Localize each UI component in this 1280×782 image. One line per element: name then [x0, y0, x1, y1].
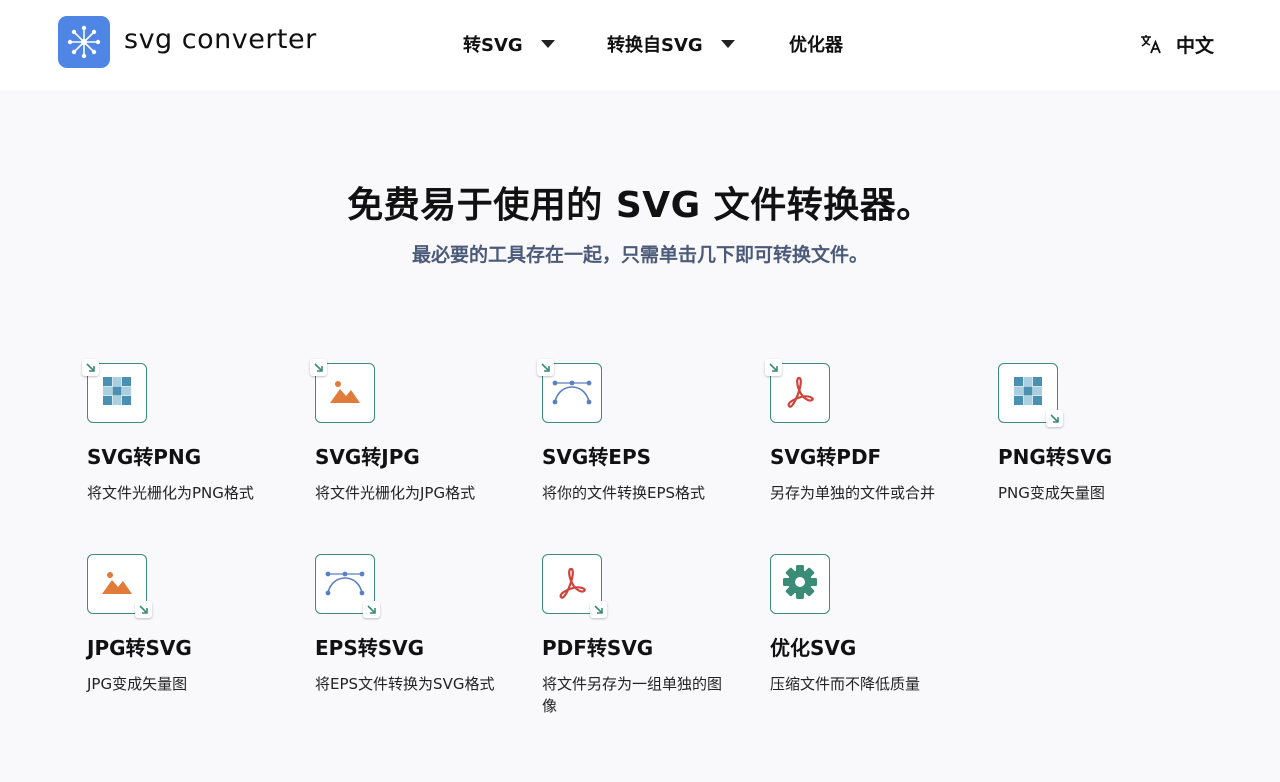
tool-card[interactable]: SVG转PDF 另存为单独的文件或合并: [765, 359, 970, 504]
brand-name[interactable]: svg converter: [124, 24, 317, 55]
tool-card[interactable]: SVG转PNG 将文件光栅化为PNG格式: [82, 359, 287, 504]
tool-title: JPG转SVG: [87, 636, 192, 660]
tool-description: 将EPS文件转换为SVG格式: [315, 675, 495, 693]
arrow-down-right-icon: [82, 359, 99, 376]
tool-description: 另存为单独的文件或合并: [770, 484, 936, 502]
tool-title: SVG转EPS: [542, 445, 652, 469]
logo-icon[interactable]: [58, 16, 110, 68]
tool-title: PNG转SVG: [998, 445, 1113, 469]
chevron-down-icon: [540, 40, 555, 48]
arrow-down-right-icon: [310, 359, 327, 376]
mountain-image-icon: [100, 567, 134, 601]
arrow-down-right-icon: [590, 601, 607, 618]
nav-to-svg[interactable]: 转SVG: [463, 32, 555, 56]
arrow-down-right-icon: [363, 601, 380, 618]
tool-icon-tile: [537, 359, 602, 423]
tool-title: PDF转SVG: [542, 636, 654, 660]
translate-icon: [1141, 35, 1161, 54]
tool-title: SVG转PNG: [87, 445, 202, 469]
arrow-down-right-icon: [765, 359, 782, 376]
pdf-icon: [783, 374, 817, 412]
arrow-down-right-icon: [135, 601, 152, 618]
nav-optimizer-label: 优化器: [789, 35, 843, 56]
tool-card[interactable]: SVG转JPG 将文件光栅化为JPG格式: [310, 359, 515, 504]
tool-description: 压缩文件而不降低质量: [770, 675, 921, 693]
tool-card[interactable]: SVG转EPS 将你的文件转换EPS格式: [537, 359, 742, 504]
tool-description: JPG变成矢量图: [87, 675, 188, 693]
tool-description: PNG变成矢量图: [998, 484, 1105, 502]
pdf-icon: [555, 565, 589, 603]
mountain-image-icon: [328, 376, 362, 410]
tool-card[interactable]: EPS转SVG 将EPS文件转换为SVG格式: [315, 554, 515, 695]
tool-description: 将文件光栅化为PNG格式: [87, 484, 254, 502]
nav-from-svg[interactable]: 转换自SVG: [607, 32, 735, 56]
tool-description: 将文件另存为一组单独的图像: [542, 675, 723, 715]
site-header: svg converter 转SVG 转换自SVG 优化器 中文: [0, 0, 1280, 90]
tool-description: 将文件光栅化为JPG格式: [315, 484, 476, 502]
bezier-curve-icon: [551, 376, 593, 410]
arrow-down-right-icon: [1046, 410, 1063, 427]
chevron-down-icon: [720, 40, 735, 48]
tool-title: EPS转SVG: [315, 636, 425, 660]
tool-card[interactable]: PDF转SVG 将文件另存为一组单独的图像: [542, 554, 742, 717]
tool-card[interactable]: 优化SVG 压缩文件而不降低质量: [770, 554, 970, 695]
gear-icon: [782, 564, 818, 604]
tool-icon-tile: [765, 359, 830, 423]
tool-icon-tile: [542, 554, 607, 618]
tool-icon-tile: [310, 359, 375, 423]
checker-icon: [100, 374, 134, 412]
tool-icon-tile: [87, 554, 152, 618]
tool-title: SVG转JPG: [315, 445, 420, 469]
tool-card[interactable]: PNG转SVG PNG变成矢量图: [998, 363, 1198, 504]
bezier-curve-icon: [324, 567, 366, 601]
language-switcher[interactable]: 中文: [1138, 30, 1214, 58]
nav-optimizer[interactable]: 优化器: [789, 32, 843, 56]
nav-from-svg-label: 转换自SVG: [607, 35, 703, 56]
tool-card[interactable]: JPG转SVG JPG变成矢量图: [87, 554, 287, 695]
tool-icon-tile: [998, 363, 1063, 427]
tool-title: SVG转PDF: [770, 445, 882, 469]
nav-to-svg-label: 转SVG: [463, 35, 523, 56]
tool-title: 优化SVG: [770, 636, 857, 660]
checker-icon: [1011, 374, 1045, 412]
tool-description: 将你的文件转换EPS格式: [542, 484, 706, 502]
tool-icon-tile: [315, 554, 380, 618]
arrow-down-right-icon: [537, 359, 554, 376]
page-subtitle: 最必要的工具存在一起，只需单击几下即可转换文件。: [411, 244, 868, 266]
tool-icon-tile: [82, 359, 147, 423]
tool-icon-tile: [770, 554, 830, 614]
page-title: 免费易于使用的 SVG 文件转换器。: [347, 185, 933, 226]
language-label: 中文: [1176, 34, 1215, 57]
